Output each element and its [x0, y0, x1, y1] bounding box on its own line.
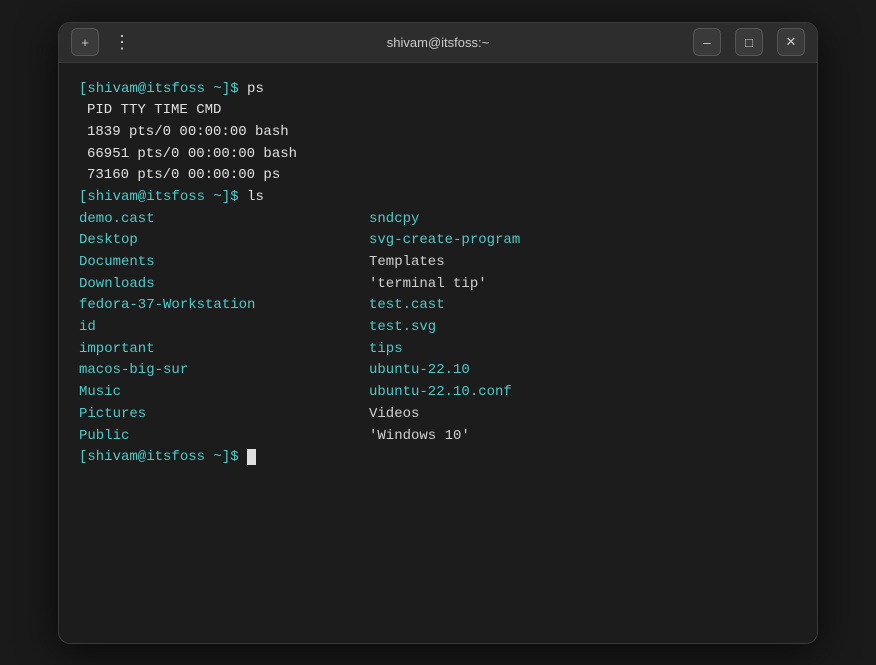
ls-item-left-8: Music: [79, 382, 369, 404]
terminal-body[interactable]: [shivam@itsfoss ~]$ ps PID TTY TIME CMD …: [59, 63, 817, 643]
ps-output: PID TTY TIME CMD 1839 pts/0 00:00:00 bas…: [87, 100, 797, 187]
add-tab-button[interactable]: +: [71, 28, 99, 56]
ls-item-right-2: Templates: [369, 252, 797, 274]
prompt-2: [shivam@itsfoss ~]$: [79, 189, 239, 205]
ls-item-left-3: Downloads: [79, 274, 369, 296]
ls-item-right-8: ubuntu-22.10.conf: [369, 382, 797, 404]
title-bar-left: + ⋮: [71, 28, 137, 57]
ls-prompt-line: [shivam@itsfoss ~]$ ls: [79, 187, 797, 209]
ls-item-left-10: Public: [79, 426, 369, 448]
prompt-3: [shivam@itsfoss ~]$: [79, 449, 239, 465]
title-bar: + ⋮ shivam@itsfoss:~ – □ ✕: [59, 23, 817, 63]
ls-col-left: demo.castDesktopDocumentsDownloadsfedora…: [79, 209, 369, 448]
cmd-ps: ps: [239, 81, 264, 97]
ls-item-left-4: fedora-37-Workstation: [79, 295, 369, 317]
ls-item-right-4: test.cast: [369, 295, 797, 317]
ls-item-right-0: sndcpy: [369, 209, 797, 231]
ls-item-right-1: svg-create-program: [369, 230, 797, 252]
ls-item-right-5: test.svg: [369, 317, 797, 339]
ls-item-right-7: ubuntu-22.10: [369, 360, 797, 382]
ls-item-left-6: important: [79, 339, 369, 361]
ps-row-1: 1839 pts/0 00:00:00 bash: [87, 122, 797, 144]
menu-button[interactable]: ⋮: [107, 28, 137, 57]
maximize-button[interactable]: □: [735, 28, 763, 56]
ls-item-left-0: demo.cast: [79, 209, 369, 231]
ps-prompt-line: [shivam@itsfoss ~]$ ps: [79, 79, 797, 101]
cmd-ls: ls: [239, 189, 264, 205]
terminal-window: + ⋮ shivam@itsfoss:~ – □ ✕ [shivam@itsfo…: [58, 22, 818, 644]
final-cursor-space: [239, 449, 247, 465]
final-prompt-line: [shivam@itsfoss ~]$: [79, 447, 797, 469]
ls-item-right-9: Videos: [369, 404, 797, 426]
ls-item-left-2: Documents: [79, 252, 369, 274]
window-controls: – □ ✕: [693, 28, 805, 56]
ps-row-3: 73160 pts/0 00:00:00 ps: [87, 165, 797, 187]
ls-item-right-10: 'Windows 10': [369, 426, 797, 448]
ls-output: demo.castDesktopDocumentsDownloadsfedora…: [79, 209, 797, 448]
prompt-1: [shivam@itsfoss ~]$: [79, 81, 239, 97]
minimize-button[interactable]: –: [693, 28, 721, 56]
ls-item-left-5: id: [79, 317, 369, 339]
ps-row-2: 66951 pts/0 00:00:00 bash: [87, 144, 797, 166]
ls-item-right-3: 'terminal tip': [369, 274, 797, 296]
cursor: [247, 449, 256, 465]
ls-col-right: sndcpysvg-create-programTemplates'termin…: [369, 209, 797, 448]
close-button[interactable]: ✕: [777, 28, 805, 56]
ps-header: PID TTY TIME CMD: [87, 100, 797, 122]
ls-item-right-6: tips: [369, 339, 797, 361]
ls-item-left-9: Pictures: [79, 404, 369, 426]
ls-item-left-1: Desktop: [79, 230, 369, 252]
ls-item-left-7: macos-big-sur: [79, 360, 369, 382]
window-title: shivam@itsfoss:~: [387, 35, 489, 50]
